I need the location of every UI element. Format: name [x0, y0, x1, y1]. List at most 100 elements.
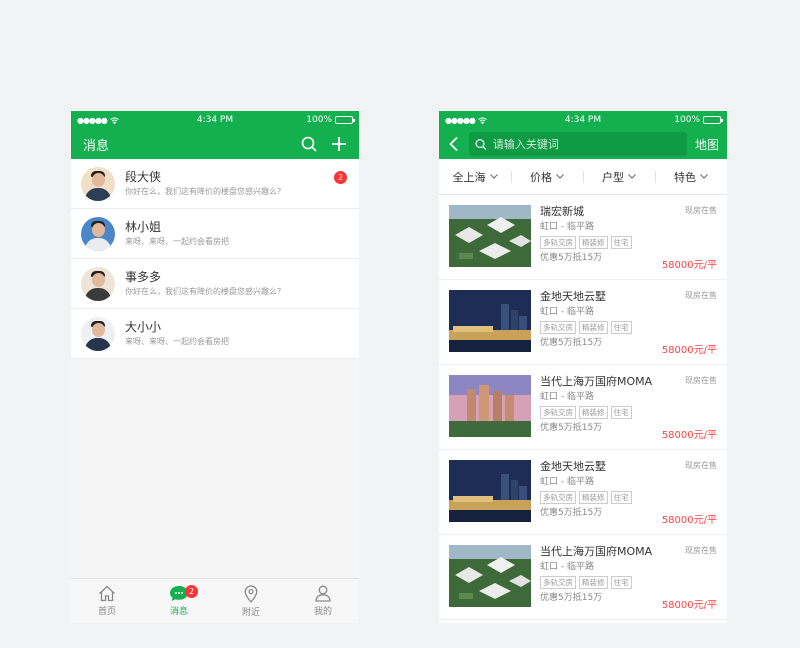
listing-tags: 多轨交房 精装修 住宅: [540, 491, 717, 504]
location-pin-icon: [244, 584, 258, 603]
listings-screen: ●●●●● 4:34 PM 100% 地图 全上海 价格 户型 特色: [439, 111, 727, 623]
avatar: [81, 216, 115, 251]
listing-tags: 多轨交房 精装修 住宅: [540, 321, 717, 334]
search-input[interactable]: [492, 137, 681, 151]
message-preview: 来呀、来呀、一起约会看房把: [125, 336, 229, 346]
tag: 精装修: [579, 321, 608, 334]
message-preview: 来呀、来呀、一起约会看房把: [125, 236, 229, 246]
tag: 多轨交房: [540, 236, 576, 249]
message-list: 段大侠 你好在么，我们这有降价的楼盘您感兴趣么? 2 林小姐 来呀、来呀、一起约…: [71, 159, 359, 359]
listing-price: 58000元/平: [661, 515, 717, 526]
tab-messages[interactable]: 消息 2: [143, 579, 215, 623]
filter-region[interactable]: 全上海: [439, 169, 511, 185]
tab-label: 我的: [313, 607, 332, 617]
contact-name: 大小小: [125, 319, 162, 334]
map-button[interactable]: 地图: [695, 136, 719, 153]
battery-icon: [703, 116, 723, 124]
message-item[interactable]: 段大侠 你好在么，我们这有降价的楼盘您感兴趣么? 2: [71, 159, 359, 209]
listing-photo: [449, 460, 531, 522]
messages-nav-bar: 消息: [71, 129, 359, 159]
listing-item[interactable]: 金地天地云墅 虹口 - 临平路 多轨交房 精装修 住宅 优惠5万抵15万 现房在…: [439, 280, 727, 365]
back-arrow-icon[interactable]: [447, 136, 461, 152]
listing-tags: 多轨交房 精装修 住宅: [540, 406, 717, 419]
tag: 精装修: [579, 406, 608, 419]
avatar: [81, 166, 115, 201]
page-title: 消息: [83, 138, 110, 154]
tag: 住宅: [610, 236, 632, 249]
message-item[interactable]: 大小小 来呀、来呀、一起约会看房把: [71, 309, 359, 359]
add-icon[interactable]: [331, 136, 347, 152]
tab-profile[interactable]: 我的: [287, 579, 359, 623]
listing-location: 虹口 - 临平路: [540, 222, 594, 232]
unread-badge: 2: [334, 171, 347, 184]
search-icon: [475, 138, 487, 150]
listing-price: 58000元/平: [661, 260, 717, 271]
listing-tags: 多轨交房 精装修 住宅: [540, 236, 717, 249]
avatar: [81, 316, 115, 351]
listing-location: 虹口 - 临平路: [540, 307, 594, 317]
chevron-down-icon: [489, 174, 498, 179]
search-icon[interactable]: [301, 136, 317, 152]
status-bar: ●●●●● 4:34 PM 100%: [439, 111, 727, 129]
sale-status: 现房在售: [685, 291, 717, 300]
tag: 精装修: [579, 576, 608, 589]
tag: 精装修: [579, 236, 608, 249]
sale-status: 现房在售: [685, 206, 717, 215]
avatar: [81, 266, 115, 301]
contact-name: 事多多: [125, 269, 162, 284]
tab-home[interactable]: 首页: [71, 579, 143, 623]
chevron-down-icon: [556, 174, 564, 179]
filter-features[interactable]: 特色: [655, 169, 727, 185]
filter-label: 特色: [674, 170, 696, 184]
listing-location: 虹口 - 临平路: [540, 477, 594, 487]
listing-list: 瑞宏新城 虹口 - 临平路 多轨交房 精装修 住宅 优惠5万抵15万 现房在售 …: [439, 195, 727, 620]
listing-photo: [449, 545, 531, 607]
sale-status: 现房在售: [685, 546, 717, 555]
tag: 多轨交房: [540, 576, 576, 589]
tag: 住宅: [610, 321, 632, 334]
listing-item[interactable]: 金地天地云墅 虹口 - 临平路 多轨交房 精装修 住宅 优惠5万抵15万 现房在…: [439, 450, 727, 535]
filter-label: 全上海: [452, 170, 486, 184]
listing-photo: [449, 375, 531, 437]
tag: 多轨交房: [540, 491, 576, 504]
filter-bar: 全上海 价格 户型 特色: [439, 159, 727, 195]
listing-item[interactable]: 瑞宏新城 虹口 - 临平路 多轨交房 精装修 住宅 优惠5万抵15万 现房在售 …: [439, 195, 727, 280]
listing-price: 58000元/平: [661, 430, 717, 441]
tag: 多轨交房: [540, 406, 576, 419]
chevron-down-icon: [700, 174, 708, 179]
contact-name: 段大侠: [125, 169, 162, 184]
listing-price: 58000元/平: [661, 345, 717, 356]
user-icon: [315, 585, 331, 602]
tag: 住宅: [610, 406, 632, 419]
battery-icon: [335, 116, 355, 124]
message-item[interactable]: 事多多 你好在么，我们这有降价的楼盘您感兴趣么?: [71, 259, 359, 309]
listing-price: 58000元/平: [661, 600, 717, 611]
tab-bar: 首页 消息 2 附近 我的: [71, 578, 359, 623]
search-bar[interactable]: [469, 132, 687, 156]
tab-nearby[interactable]: 附近: [215, 579, 287, 623]
tab-label: 首页: [97, 607, 116, 617]
listing-location: 虹口 - 临平路: [540, 392, 594, 402]
filter-label: 价格: [530, 170, 552, 184]
tab-unread-badge: 2: [185, 585, 198, 598]
tag: 住宅: [610, 576, 632, 589]
tab-label: 消息: [169, 607, 188, 617]
status-time: 4:34 PM: [196, 115, 234, 125]
filter-layout[interactable]: 户型: [583, 169, 655, 185]
tag: 精装修: [579, 491, 608, 504]
listing-item[interactable]: 当代上海万国府MOMA 虹口 - 临平路 多轨交房 精装修 住宅 优惠5万抵15…: [439, 365, 727, 450]
listing-photo: [449, 290, 531, 352]
listing-tags: 多轨交房 精装修 住宅: [540, 576, 717, 589]
message-item[interactable]: 林小姐 来呀、来呀、一起约会看房把: [71, 209, 359, 259]
listings-nav-bar: 地图: [439, 129, 727, 159]
listing-item[interactable]: 当代上海万国府MOMA 虹口 - 临平路 多轨交房 精装修 住宅 优惠5万抵15…: [439, 535, 727, 620]
messages-screen: ●●●●● 4:34 PM 100% 消息 段大侠 你好在么，我们这有降价的楼盘…: [71, 111, 359, 623]
tab-label: 附近: [241, 607, 260, 618]
sale-status: 现房在售: [685, 461, 717, 470]
sale-status: 现房在售: [685, 376, 717, 385]
filter-label: 户型: [602, 170, 624, 184]
contact-name: 林小姐: [125, 219, 162, 234]
status-bar: ●●●●● 4:34 PM 100%: [71, 111, 359, 129]
chevron-down-icon: [628, 174, 636, 179]
filter-price[interactable]: 价格: [511, 169, 583, 185]
